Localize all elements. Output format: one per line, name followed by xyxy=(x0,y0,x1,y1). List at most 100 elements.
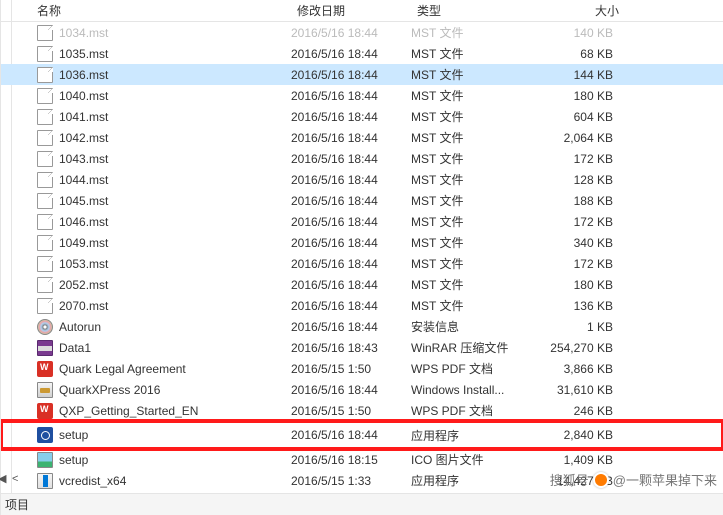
file-name: 1049.mst xyxy=(59,236,108,250)
file-date: 2016/5/16 18:44 xyxy=(291,278,411,292)
file-date: 2016/5/16 18:44 xyxy=(291,236,411,250)
file-size: 31,610 KB xyxy=(531,383,621,397)
file-size: 172 KB xyxy=(531,152,621,166)
column-header-name[interactable]: 名称 xyxy=(37,2,297,19)
file-size: 140 KB xyxy=(531,26,621,40)
file-size: 188 KB xyxy=(531,194,621,208)
file-row[interactable]: 1043.mst2016/5/16 18:44MST 文件172 KB xyxy=(1,148,723,169)
file-type: 应用程序 xyxy=(411,427,531,444)
file-name: 1040.mst xyxy=(59,89,108,103)
file-name: Autorun xyxy=(59,320,101,334)
file-row[interactable]: Welcome2016/5/16 18:15BMP 文件458 KB xyxy=(1,491,723,493)
file-type: 安装信息 xyxy=(411,318,531,335)
file-row[interactable]: 1044.mst2016/5/16 18:44MST 文件128 KB xyxy=(1,169,723,190)
file-row[interactable]: 1041.mst2016/5/16 18:44MST 文件604 KB xyxy=(1,106,723,127)
file-name: 1046.mst xyxy=(59,215,108,229)
file-date: 2016/5/16 18:15 xyxy=(291,453,411,467)
msi-icon xyxy=(37,382,53,398)
file-type: MST 文件 xyxy=(411,171,531,188)
file-row[interactable]: 1034.mst2016/5/16 18:44MST 文件140 KB xyxy=(1,22,723,43)
file-size: 172 KB xyxy=(531,257,621,271)
file-size: 172 KB xyxy=(531,215,621,229)
file-name: QuarkXPress 2016 xyxy=(59,383,160,397)
file-row[interactable]: setup2016/5/16 18:15ICO 图片文件1,409 KB xyxy=(1,449,723,470)
file-name: 1036.mst xyxy=(59,68,108,82)
file-size: 254,270 KB xyxy=(531,341,621,355)
file-row[interactable]: QuarkXPress 2016 2016/5/16 18:44Windows I… xyxy=(1,379,723,400)
file-type: MST 文件 xyxy=(411,297,531,314)
file-row[interactable]: Data1 2016/5/16 18:43WinRAR 压缩文件254,270 K… xyxy=(1,337,723,358)
file-size: 180 KB xyxy=(531,89,621,103)
file-type: MST 文件 xyxy=(411,234,531,251)
file-row[interactable]: 1035.mst2016/5/16 18:44MST 文件68 KB xyxy=(1,43,723,64)
file-date: 2016/5/16 18:44 xyxy=(291,299,411,313)
file-name: 1044.mst xyxy=(59,173,108,187)
file-date: 2016/5/16 18:44 xyxy=(291,428,411,442)
file-name: 1053.mst xyxy=(59,257,108,271)
file-type: MST 文件 xyxy=(411,150,531,167)
file-row[interactable]: setup2016/5/16 18:44应用程序2,840 KB xyxy=(1,421,723,449)
file-row[interactable]: 1046.mst2016/5/16 18:44MST 文件172 KB xyxy=(1,211,723,232)
file-row[interactable]: 2052.mst2016/5/16 18:44MST 文件180 KB xyxy=(1,274,723,295)
file-size: 2,064 KB xyxy=(531,131,621,145)
file-date: 2016/5/15 1:33 xyxy=(291,474,411,488)
file-name: setup xyxy=(59,453,88,467)
file-list[interactable]: 1034.mst2016/5/16 18:44MST 文件140 KB 1035.… xyxy=(1,22,723,493)
file-row[interactable]: 1040.mst2016/5/16 18:44MST 文件180 KB xyxy=(1,85,723,106)
file-size: 14,427 KB xyxy=(531,474,621,488)
file-type: MST 文件 xyxy=(411,87,531,104)
file-date: 2016/5/16 18:44 xyxy=(291,383,411,397)
file-type: MST 文件 xyxy=(411,192,531,209)
rar-icon xyxy=(37,340,53,356)
file-size: 604 KB xyxy=(531,110,621,124)
file-row[interactable]: 2070.mst2016/5/16 18:44MST 文件136 KB xyxy=(1,295,723,316)
pdf-icon xyxy=(37,403,53,419)
file-name: 1035.mst xyxy=(59,47,108,61)
file-icon xyxy=(37,193,53,209)
column-header-type[interactable]: 类型 xyxy=(417,2,537,19)
file-date: 2016/5/16 18:44 xyxy=(291,110,411,124)
file-date: 2016/5/16 18:43 xyxy=(291,341,411,355)
file-row[interactable]: 1036.mst2016/5/16 18:44MST 文件144 KB xyxy=(1,64,723,85)
file-icon xyxy=(37,46,53,62)
file-name: QXP_Getting_Started_EN xyxy=(59,404,198,418)
file-explorer: 名称 修改日期 类型 大小 1034.mst2016/5/16 18:44MST… xyxy=(0,0,723,515)
file-row[interactable]: vcredist_x642016/5/15 1:33应用程序14,427 KB xyxy=(1,470,723,491)
file-date: 2016/5/15 1:50 xyxy=(291,404,411,418)
file-icon xyxy=(37,25,53,41)
file-date: 2016/5/16 18:44 xyxy=(291,47,411,61)
file-date: 2016/5/16 18:44 xyxy=(291,194,411,208)
file-size: 2,840 KB xyxy=(531,428,621,442)
file-row[interactable]: 1049.mst2016/5/16 18:44MST 文件340 KB xyxy=(1,232,723,253)
file-row[interactable]: Autorun2016/5/16 18:44安装信息1 KB xyxy=(1,316,723,337)
file-size: 3,866 KB xyxy=(531,362,621,376)
file-row[interactable]: Quark Legal Agreement2016/5/15 1:50WPS P… xyxy=(1,358,723,379)
vcr-icon xyxy=(37,473,53,489)
file-icon xyxy=(37,151,53,167)
file-type: WPS PDF 文档 xyxy=(411,402,531,419)
file-row[interactable]: QXP_Getting_Started_EN 2016/5/15 1:50WPS … xyxy=(1,400,723,421)
file-type: MST 文件 xyxy=(411,255,531,272)
file-row[interactable]: 1042.mst2016/5/16 18:44MST 文件2,064 KB xyxy=(1,127,723,148)
file-type: WinRAR 压缩文件 xyxy=(411,339,531,356)
file-type: MST 文件 xyxy=(411,45,531,62)
file-type: MST 文件 xyxy=(411,129,531,146)
file-type: MST 文件 xyxy=(411,276,531,293)
column-header-row: 名称 修改日期 类型 大小 xyxy=(1,0,723,22)
column-header-date[interactable]: 修改日期 xyxy=(297,2,417,19)
file-size: 136 KB xyxy=(531,299,621,313)
setup-icon xyxy=(37,427,53,443)
file-type: Windows Install... xyxy=(411,383,531,397)
file-icon xyxy=(37,88,53,104)
file-date: 2016/5/15 1:50 xyxy=(291,362,411,376)
file-type: MST 文件 xyxy=(411,24,531,41)
file-row[interactable]: 1053.mst2016/5/16 18:44MST 文件172 KB xyxy=(1,253,723,274)
column-header-size[interactable]: 大小 xyxy=(537,2,627,19)
file-name: Data1 xyxy=(59,341,91,355)
file-date: 2016/5/16 18:44 xyxy=(291,68,411,82)
file-row[interactable]: 1045.mst2016/5/16 18:44MST 文件188 KB xyxy=(1,190,723,211)
file-size: 180 KB xyxy=(531,278,621,292)
file-type: 应用程序 xyxy=(411,472,531,489)
file-date: 2016/5/16 18:44 xyxy=(291,215,411,229)
file-date: 2016/5/16 18:44 xyxy=(291,26,411,40)
